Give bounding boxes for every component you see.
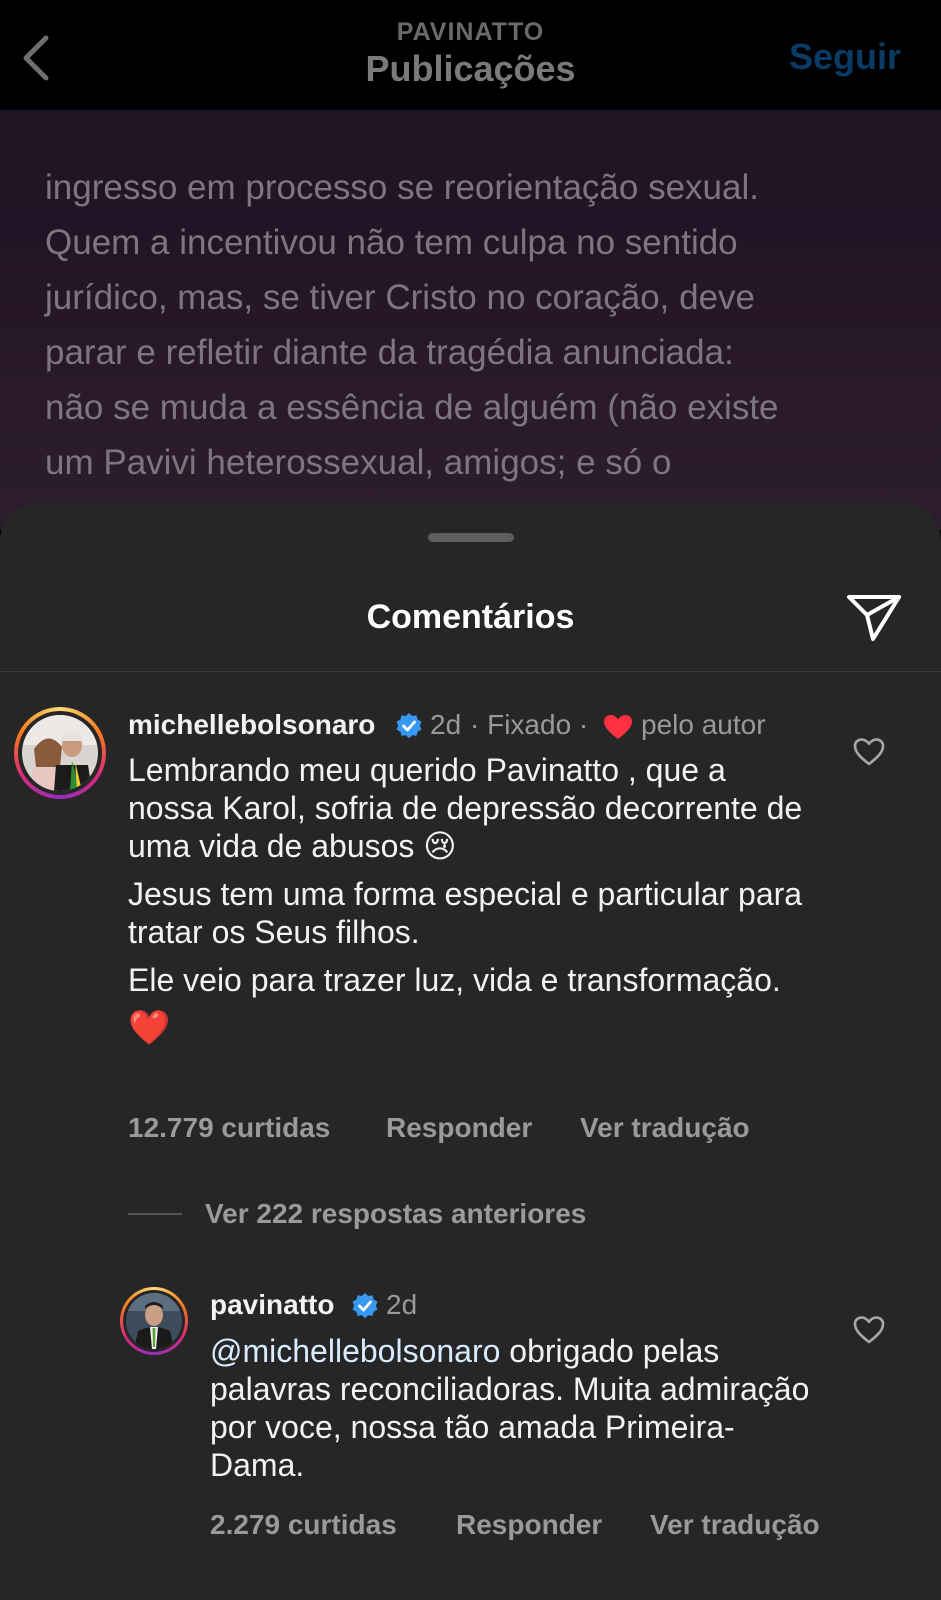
comment-heart-emoji: ❤️ bbox=[128, 1009, 171, 1047]
post-caption-text: ingresso em processo se reorientação sex… bbox=[45, 168, 779, 482]
reply-button[interactable]: Responder bbox=[456, 1509, 602, 1540]
reply-actions: 2.279 curtidas bbox=[210, 1509, 397, 1541]
reply-body: @michellebolsonaro obrigado pelas palavr… bbox=[210, 1332, 820, 1484]
comment-paragraph: Lembrando meu querido Pavinatto , que a … bbox=[128, 752, 803, 864]
reply-button[interactable]: Responder bbox=[386, 1112, 532, 1143]
comment-actions-reply: Responder bbox=[386, 1112, 532, 1144]
likes-count[interactable]: 12.779 curtidas bbox=[128, 1112, 330, 1143]
comments-title: Comentários bbox=[366, 598, 575, 636]
comment-timestamp: 2d bbox=[430, 709, 462, 740]
mention-link[interactable]: @michellebolsonaro bbox=[210, 1333, 500, 1369]
profile-photo-icon bbox=[126, 1293, 182, 1349]
translate-button[interactable]: Ver tradução bbox=[650, 1509, 820, 1540]
post-background: ingresso em processo se reorientação sex… bbox=[0, 110, 941, 530]
comment-timestamp: 2d bbox=[386, 1289, 418, 1320]
comment-actions: 12.779 curtidas bbox=[128, 1112, 330, 1144]
profile-photo-icon bbox=[22, 715, 98, 791]
comment-username[interactable]: michellebolsonaro bbox=[128, 709, 375, 741]
comment-paragraph: Ele veio para trazer luz, vida e transfo… bbox=[128, 962, 781, 998]
comment-username[interactable]: pavinatto bbox=[210, 1289, 334, 1321]
sheet-drag-handle[interactable] bbox=[428, 533, 514, 542]
heart-outline-icon[interactable] bbox=[853, 737, 885, 767]
send-icon bbox=[847, 595, 901, 641]
header-divider bbox=[0, 671, 941, 672]
comment-paragraph: Jesus tem uma forma especial e particula… bbox=[128, 876, 803, 950]
avatar[interactable] bbox=[14, 707, 106, 799]
top-bar: PAVINATTO Publicações Seguir bbox=[0, 0, 941, 110]
reply-actions-reply: Responder bbox=[456, 1509, 602, 1541]
pinned-label: · Fixado · bbox=[470, 709, 589, 740]
replies-divider bbox=[128, 1213, 182, 1215]
comment-actions-translate: Ver tradução bbox=[580, 1112, 750, 1144]
verified-badge-icon bbox=[352, 1293, 378, 1319]
heart-outline-icon[interactable] bbox=[853, 1315, 885, 1345]
heart-filled-icon bbox=[604, 715, 632, 739]
comment-body: Lembrando meu querido Pavinatto , que a … bbox=[128, 751, 808, 1057]
likes-count[interactable]: 2.279 curtidas bbox=[210, 1509, 397, 1540]
translate-button[interactable]: Ver tradução bbox=[580, 1112, 750, 1143]
follow-button[interactable]: Seguir bbox=[789, 36, 901, 78]
share-button[interactable] bbox=[845, 591, 903, 643]
avatar[interactable] bbox=[120, 1287, 188, 1355]
view-previous-replies-button[interactable]: Ver 222 respostas anteriores bbox=[205, 1198, 586, 1230]
liked-by-author-label: pelo autor bbox=[641, 709, 766, 740]
reply-actions-translate: Ver tradução bbox=[650, 1509, 820, 1541]
verified-badge-icon bbox=[396, 713, 422, 739]
